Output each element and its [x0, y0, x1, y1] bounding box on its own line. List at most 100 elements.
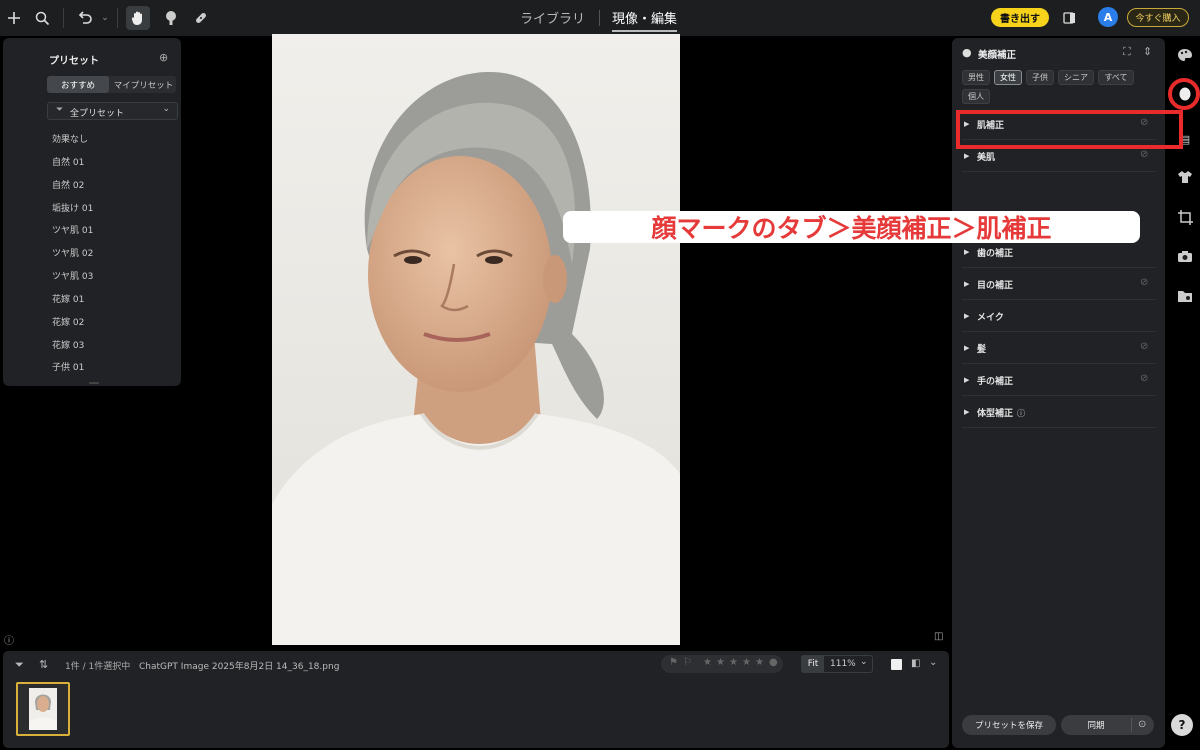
help-icon[interactable]: ⓘ: [1017, 409, 1025, 418]
preset-panel-title: プリセット: [49, 56, 99, 67]
plus-icon[interactable]: [2, 6, 26, 30]
preset-item[interactable]: 花嫁 01: [52, 292, 84, 305]
reset-icon[interactable]: ⊘: [1140, 277, 1148, 288]
color-label-icon[interactable]: ●: [769, 657, 778, 668]
section-label-text: 体型補正: [977, 409, 1014, 419]
selection-count: 1件 / 1件選択中: [65, 662, 131, 672]
section-label: 美肌: [977, 153, 996, 163]
star-icon[interactable]: ★: [755, 657, 764, 668]
sync-settings-icon[interactable]: ⊙: [1138, 719, 1146, 730]
face-detect-icon[interactable]: ⛶: [1123, 45, 1131, 59]
preset-tabs: おすすめ マイプリセット: [47, 76, 176, 93]
tab-divider: [599, 10, 600, 26]
preset-item[interactable]: 効果なし: [52, 132, 88, 145]
tab-library[interactable]: ライブラリ: [520, 8, 585, 27]
sort-icon[interactable]: ⇅: [39, 658, 48, 671]
section-makeup[interactable]: ▶ メイク: [962, 302, 1155, 332]
preset-item[interactable]: 花嫁 03: [52, 338, 84, 351]
chevron-down-icon: ⌄: [162, 104, 170, 114]
star-icon[interactable]: ★: [742, 657, 751, 668]
chip-all[interactable]: すべて: [1098, 70, 1134, 85]
zoom-value[interactable]: 111%: [830, 659, 856, 669]
preset-item[interactable]: ツヤ肌 01: [52, 223, 93, 236]
preset-item[interactable]: 子供 01: [52, 360, 84, 373]
expand-triangle-icon: ▶: [964, 376, 970, 384]
preset-item[interactable]: ツヤ肌 03: [52, 269, 93, 282]
bandage-icon[interactable]: [189, 6, 213, 30]
preset-item[interactable]: 垢抜け 01: [52, 201, 93, 214]
star-icon[interactable]: ★: [703, 657, 712, 668]
camera-icon[interactable]: [1176, 247, 1194, 265]
expand-triangle-icon: ▶: [964, 312, 970, 320]
preset-scrollbar[interactable]: [89, 382, 99, 384]
expand-triangle-icon: ▶: [964, 408, 970, 416]
face-icon: ●: [962, 46, 972, 59]
export-button[interactable]: 書き出す: [991, 8, 1049, 27]
chevron-down-icon[interactable]: ⌄: [860, 657, 868, 667]
chip-child[interactable]: 子供: [1026, 70, 1054, 85]
section-label: 手の補正: [977, 377, 1014, 387]
filmstrip-thumbnail[interactable]: [16, 682, 70, 736]
avatar[interactable]: A: [1098, 7, 1118, 27]
add-preset-icon[interactable]: ⊕: [159, 51, 168, 64]
zoom-fit-button[interactable]: Fit: [802, 656, 824, 672]
before-after-icon[interactable]: ◧: [911, 658, 920, 669]
hand-icon[interactable]: [126, 6, 150, 30]
preset-item[interactable]: 自然 01: [52, 155, 84, 168]
reject-flag-icon[interactable]: ⚐: [683, 657, 692, 668]
shirt-icon[interactable]: [1176, 168, 1194, 186]
toggle-icon[interactable]: ⇕: [1143, 45, 1152, 58]
star-icon[interactable]: ★: [729, 657, 738, 668]
panel-title: 美顔補正: [978, 50, 1017, 61]
section-eyes[interactable]: ▶ 目の補正 ⊘: [962, 270, 1155, 300]
chip-female[interactable]: 女性: [994, 70, 1022, 85]
tab-recommended[interactable]: おすすめ: [47, 76, 109, 93]
preset-panel: プリセット ⊕ おすすめ マイプリセット ⏷ 全プリセット ⌄ 効果なし 自然 …: [3, 38, 181, 386]
section-hands[interactable]: ▶ 手の補正 ⊘: [962, 366, 1155, 396]
single-view-icon[interactable]: [891, 659, 902, 670]
palette-icon[interactable]: [1176, 46, 1194, 64]
section-label: メイク: [977, 313, 1004, 323]
preset-item[interactable]: 自然 02: [52, 178, 84, 191]
preset-filter-dropdown[interactable]: ⏷ 全プリセット ⌄: [47, 102, 178, 120]
chevron-down-icon[interactable]: ⌄: [93, 6, 117, 30]
sync-divider: [1131, 718, 1132, 732]
folder-settings-icon[interactable]: [1176, 287, 1194, 305]
annotation-callout: 顔マークのタブ＞美顔補正＞肌補正: [563, 211, 1140, 243]
reset-icon[interactable]: ⊘: [1140, 149, 1148, 160]
flag-icon[interactable]: ⚑: [669, 657, 678, 668]
section-body-shape[interactable]: ▶ 体型補正 ⓘ: [962, 398, 1155, 428]
rating-control[interactable]: ⚑ ⚐ ★ ★ ★ ★ ★ ●: [661, 655, 783, 673]
face-brush-icon[interactable]: [159, 6, 183, 30]
zoom-control[interactable]: Fit 111% ⌄: [801, 655, 873, 673]
tab-my-presets[interactable]: マイプリセット: [111, 76, 176, 93]
sync-label: 同期: [1087, 721, 1105, 731]
search-icon[interactable]: [30, 6, 54, 30]
buy-now-button[interactable]: 今すぐ購入: [1127, 8, 1189, 27]
star-icon[interactable]: ★: [716, 657, 725, 668]
filter-icon[interactable]: ⏷: [15, 658, 24, 672]
reset-icon[interactable]: ⊘: [1140, 373, 1148, 384]
chip-male[interactable]: 男性: [962, 70, 990, 85]
edited-photo[interactable]: [272, 34, 680, 645]
preset-filter-label: 全プリセット: [70, 109, 125, 119]
top-toolbar: ⌄ ライブラリ 現像・編集 書き出す A 今すぐ購入: [0, 0, 1200, 36]
preset-item[interactable]: ツヤ肌 02: [52, 246, 93, 259]
crop-icon[interactable]: [1176, 208, 1194, 226]
preset-item[interactable]: 花嫁 02: [52, 315, 84, 328]
save-preset-button[interactable]: プリセットを保存: [962, 715, 1056, 735]
panel-toggle-icon[interactable]: ◫: [934, 631, 943, 642]
chip-senior[interactable]: シニア: [1058, 70, 1094, 85]
chevron-down-icon[interactable]: ⌄: [929, 657, 937, 668]
help-button[interactable]: ?: [1171, 714, 1193, 736]
sync-button[interactable]: 同期 ⊙: [1061, 715, 1154, 735]
section-hair[interactable]: ▶ 髪 ⊘: [962, 334, 1155, 364]
tab-develop-edit[interactable]: 現像・編集: [612, 8, 678, 32]
toolbar-divider: [117, 8, 118, 28]
info-icon[interactable]: ⓘ: [4, 632, 14, 647]
reset-icon[interactable]: ⊘: [1140, 341, 1148, 352]
expand-triangle-icon: ▶: [964, 152, 970, 160]
chip-individual[interactable]: 個人: [962, 89, 990, 104]
expand-triangle-icon: ▶: [964, 248, 970, 256]
compare-icon[interactable]: [1058, 6, 1082, 30]
